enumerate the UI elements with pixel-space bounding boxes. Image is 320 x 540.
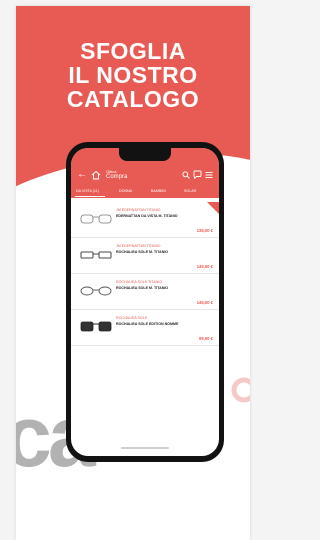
home-icon[interactable] — [91, 170, 101, 180]
active-tab-indicator — [75, 196, 105, 197]
header-title: Compra — [106, 174, 128, 180]
list-item[interactable]: JM EDERNATTAN TITANIO EDERNATTAN DA VIST… — [71, 202, 219, 238]
product-name: ROCHALIEA SOLE M. TITANIO — [116, 250, 169, 254]
phone-screen: ← Ottica Compra DA VISTA (11) DONNA BAMB… — [71, 148, 219, 456]
product-brand: JM EDERNATTAN TITANIO — [116, 244, 161, 248]
tab-da-vista[interactable]: DA VISTA (11) — [76, 189, 99, 193]
product-price: 149,00 € — [196, 300, 213, 305]
menu-icon[interactable] — [205, 171, 213, 179]
eyeglasses-thumbnail-icon — [80, 214, 112, 224]
app-header: ← Ottica Compra — [71, 166, 219, 187]
headline-line-1: SFOGLIA — [80, 38, 186, 64]
product-name: EDERNATTAN DA VISTA M. TITANIO — [116, 214, 178, 218]
list-item[interactable]: ROCHALIEA SOLE TITANIO ROCHALIEA SOLE M.… — [71, 274, 219, 310]
tab-bambini[interactable]: BAMBINI — [151, 189, 166, 193]
back-arrow-icon[interactable]: ← — [77, 169, 87, 181]
background-glasses-icon — [231, 377, 250, 403]
product-name: ROCHALIEA SOLE EDITION NOMME — [116, 322, 179, 326]
product-price: 99,00 € — [199, 336, 213, 341]
product-name: ROCHALIEA SOLE M. TITANIO — [116, 286, 169, 290]
status-bar — [71, 148, 219, 168]
product-price: 149,00 € — [196, 264, 213, 269]
promo-headline: SFOGLIA IL NOSTRO CATALOGO — [16, 39, 250, 111]
product-price: 139,00 € — [196, 228, 213, 233]
sunglasses-thumbnail-icon — [80, 321, 112, 332]
tab-solar[interactable]: SOLAR — [184, 189, 196, 193]
chat-icon[interactable] — [193, 170, 202, 179]
tab-donna[interactable]: DONNA — [119, 189, 132, 193]
phone-notch — [119, 148, 171, 161]
list-item[interactable]: ROCHALIEA SOLE ROCHALIEA SOLE EDITION NO… — [71, 310, 219, 346]
eyeglasses-thumbnail-icon — [80, 286, 112, 296]
search-icon[interactable] — [182, 171, 190, 179]
product-brand: JM EDERNATTAN TITANIO — [116, 208, 161, 212]
product-brand: ROCHALIEA SOLE TITANIO — [116, 280, 162, 284]
eyeglasses-thumbnail-icon — [80, 251, 112, 259]
list-item[interactable]: JM EDERNATTAN TITANIO ROCHALIEA SOLE M. … — [71, 238, 219, 274]
product-brand: ROCHALIEA SOLE — [116, 316, 148, 320]
home-indicator — [121, 447, 169, 449]
headline-line-3: CATALOGO — [66, 86, 200, 112]
category-tabs: DA VISTA (11) DONNA BAMBINI SOLAR — [71, 187, 219, 198]
headline-line-2: IL NOSTRO — [68, 62, 198, 88]
corner-ribbon-icon — [207, 202, 219, 214]
